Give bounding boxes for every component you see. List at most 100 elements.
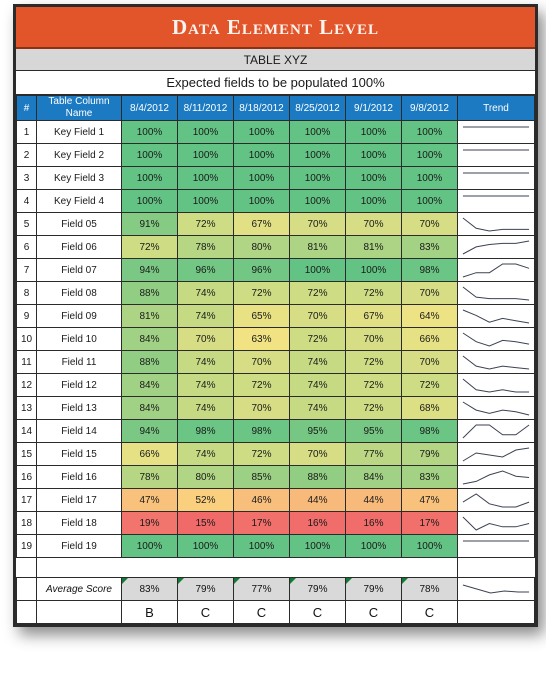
sparkline [462, 195, 530, 196]
cell-value: 84% [121, 327, 178, 351]
row-field-name: Field 13 [36, 396, 122, 420]
cell-value: 77% [345, 442, 402, 466]
sparkline [462, 401, 530, 415]
grade-row-gutter [16, 600, 37, 624]
row-field-name: Key Field 4 [36, 189, 122, 213]
cell-value: 46% [233, 488, 290, 512]
sparkline [462, 378, 530, 393]
row-trend-sparkline [457, 442, 535, 466]
average-score-cell-6: 78% [401, 577, 458, 601]
row-trend-sparkline [457, 488, 535, 512]
cell-value: 72% [289, 327, 346, 351]
row-number: 17 [16, 488, 37, 512]
row-number: 16 [16, 465, 37, 489]
cell-value: 84% [121, 373, 178, 397]
row-trend-sparkline [457, 350, 535, 374]
row-field-name: Field 15 [36, 442, 122, 466]
expectation-note: Expected fields to be populated 100% [166, 75, 385, 90]
table-subtitle: TABLE XYZ [243, 52, 308, 67]
column-header-date-2: 8/11/2012 [177, 95, 234, 121]
row-number: 9 [16, 304, 37, 328]
cell-value: 100% [233, 189, 290, 213]
cell-value: 100% [345, 189, 402, 213]
cell-value: 88% [121, 281, 178, 305]
cell-value: 15% [177, 511, 234, 535]
row-field-name: Key Field 1 [36, 120, 122, 144]
sparkline [462, 309, 530, 323]
table-header: # Table Column Name 8/4/2012 8/11/2012 8… [16, 95, 535, 121]
grade-row: B C C C C C [16, 600, 535, 624]
sparkline [462, 217, 530, 232]
table-header-row: # Table Column Name 8/4/2012 8/11/2012 8… [16, 95, 535, 121]
average-score-value-6: 78% [419, 583, 440, 595]
cell-value: 70% [233, 396, 290, 420]
sparkline [462, 492, 530, 507]
table-row: 5 Field 05 91% 72% 67% 70% 70% 70% [16, 212, 535, 236]
report-sheet: Data Element Level TABLE XYZ Expected fi… [13, 4, 538, 627]
cell-value: 84% [345, 465, 402, 489]
report-title-banner: Data Element Level [16, 7, 535, 49]
average-score-trend [457, 577, 535, 601]
cell-value: 91% [121, 212, 178, 236]
row-trend-sparkline [457, 396, 535, 420]
cell-value: 100% [345, 258, 402, 282]
grade-row-label-cell [36, 600, 122, 624]
sparkline [462, 332, 530, 347]
table-row: 12 Field 12 84% 74% 72% 74% 72% 72% [16, 373, 535, 397]
row-field-name: Field 06 [36, 235, 122, 259]
comment-indicator-icon [402, 578, 408, 584]
cell-value: 100% [401, 166, 458, 190]
row-trend-sparkline [457, 373, 535, 397]
cell-value: 84% [121, 396, 178, 420]
cell-value: 16% [289, 511, 346, 535]
cell-value: 78% [121, 465, 178, 489]
row-trend-sparkline [457, 281, 535, 305]
cell-value: 100% [177, 166, 234, 190]
cell-value: 44% [345, 488, 402, 512]
column-header-date-3: 8/18/2012 [233, 95, 290, 121]
cell-value: 81% [289, 235, 346, 259]
average-score-cell-3: 77% [233, 577, 290, 601]
comment-indicator-icon [234, 578, 240, 584]
cell-value: 79% [401, 442, 458, 466]
cell-value: 88% [121, 350, 178, 374]
row-number: 2 [16, 143, 37, 167]
sparkline [462, 172, 530, 173]
cell-value: 74% [177, 304, 234, 328]
table-row: 10 Field 10 84% 70% 63% 72% 70% 66% [16, 327, 535, 351]
cell-value: 100% [345, 143, 402, 167]
cell-value: 70% [345, 212, 402, 236]
average-score-cell-2: 79% [177, 577, 234, 601]
sparkline [462, 286, 530, 300]
cell-value: 100% [289, 166, 346, 190]
average-score-label: Average Score [36, 577, 122, 601]
cell-value: 80% [177, 465, 234, 489]
row-trend-sparkline [457, 143, 535, 167]
cell-value: 74% [289, 373, 346, 397]
row-number: 10 [16, 327, 37, 351]
cell-value: 70% [289, 442, 346, 466]
cell-value: 100% [401, 534, 458, 558]
cell-value: 74% [177, 281, 234, 305]
row-field-name: Field 17 [36, 488, 122, 512]
expectation-note-band: Expected fields to be populated 100% [16, 71, 535, 95]
cell-value: 100% [289, 120, 346, 144]
cell-value: 80% [233, 235, 290, 259]
cell-value: 100% [233, 143, 290, 167]
cell-value: 74% [177, 442, 234, 466]
cell-value: 70% [233, 350, 290, 374]
cell-value: 100% [289, 258, 346, 282]
cell-value: 72% [233, 442, 290, 466]
cell-value: 17% [401, 511, 458, 535]
cell-value: 100% [177, 120, 234, 144]
row-field-name: Field 12 [36, 373, 122, 397]
cell-value: 100% [345, 534, 402, 558]
cell-value: 96% [233, 258, 290, 282]
cell-value: 16% [345, 511, 402, 535]
table-row: 4 Key Field 4 100% 100% 100% 100% 100% 100% [16, 189, 535, 213]
table-row: 17 Field 17 47% 52% 46% 44% 44% 47% [16, 488, 535, 512]
row-field-name: Key Field 3 [36, 166, 122, 190]
footer-spacer-trend [457, 557, 535, 578]
row-trend-sparkline [457, 189, 535, 213]
row-number: 12 [16, 373, 37, 397]
